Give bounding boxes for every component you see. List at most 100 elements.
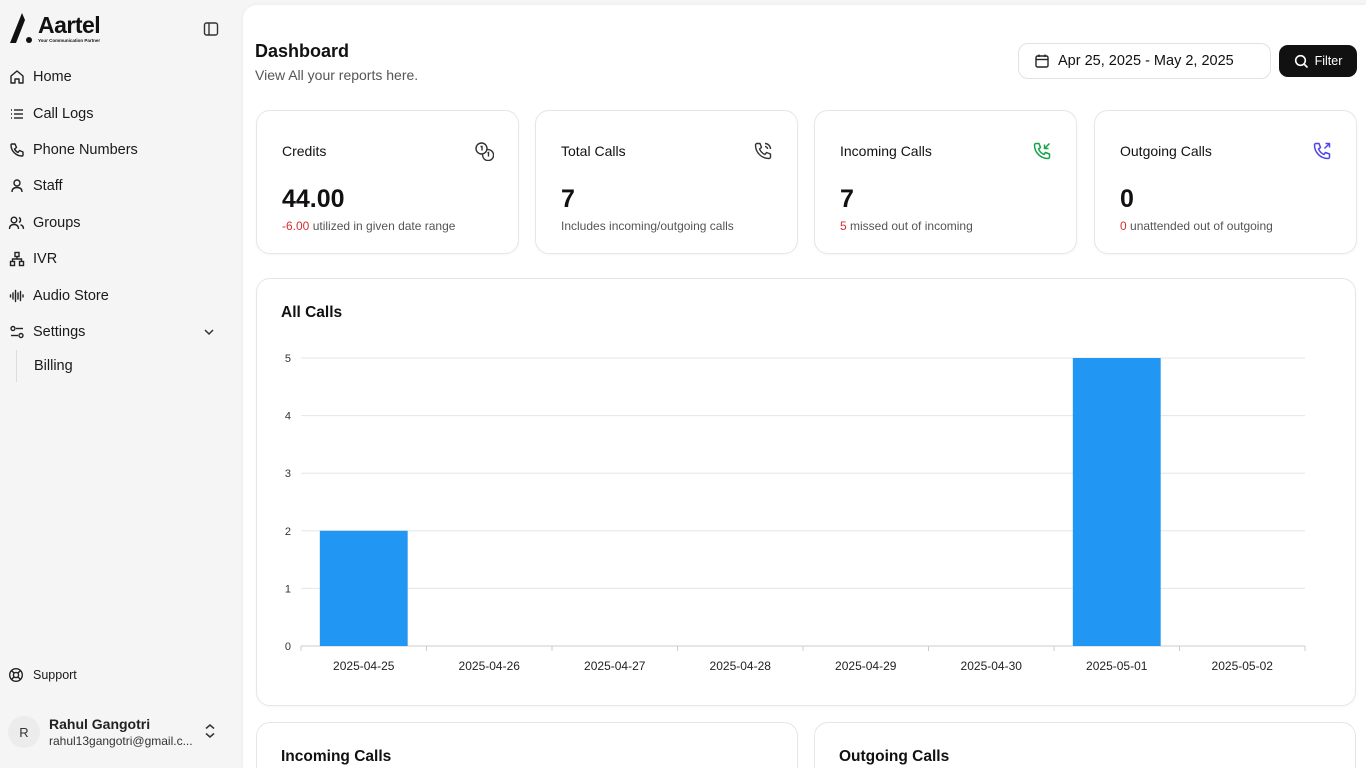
y-tick-label: 0 xyxy=(285,641,291,653)
sidebar-item-label: Phone Numbers xyxy=(33,141,138,158)
sidebar-item-label: Audio Store xyxy=(33,287,109,304)
support-link[interactable]: Support xyxy=(8,667,77,683)
credits-card: Credits 44.00 -6.00 utilized in given da… xyxy=(256,110,519,254)
sidebar: Aartel Your Communication Partner Home C… xyxy=(0,0,243,768)
brand-tagline: Your Communication Partner xyxy=(38,38,101,43)
y-tick-label: 3 xyxy=(285,468,291,480)
x-tick-label: 2025-04-29 xyxy=(835,659,897,673)
card-desc-text: missed out of incoming xyxy=(846,219,973,233)
incoming-calls-card: Incoming Calls 7 5 missed out of incomin… xyxy=(814,110,1077,254)
sidebar-item-label: Groups xyxy=(33,214,81,231)
chevron-down-icon[interactable] xyxy=(202,325,216,344)
sidebar-item-staff[interactable]: Staff xyxy=(0,168,243,204)
card-title: Credits xyxy=(282,143,327,159)
phone-incoming-icon xyxy=(1032,141,1052,166)
y-tick-label: 4 xyxy=(285,411,291,423)
user-name: Rahul Gangotri xyxy=(49,716,151,732)
card-description: -6.00 utilized in given date range xyxy=(282,219,455,233)
avatar: R xyxy=(8,716,40,748)
sidebar-item-label: Home xyxy=(33,69,72,86)
aartel-logo-icon xyxy=(10,13,32,43)
sidebar-item-label: Call Logs xyxy=(33,105,94,122)
page-subtitle: View All your reports here. xyxy=(255,67,419,83)
list-icon xyxy=(8,105,25,122)
card-highlight: 5 xyxy=(840,219,847,233)
section-title: Incoming Calls xyxy=(281,748,392,765)
total-calls-card: Total Calls 7 Includes incoming/outgoing… xyxy=(535,110,798,254)
card-description: 5 missed out of incoming xyxy=(840,219,973,233)
x-tick-label: 2025-05-01 xyxy=(1086,659,1148,673)
card-value: 0 xyxy=(1120,185,1134,213)
sidebar-subitem-label: Billing xyxy=(34,358,73,375)
outgoing-calls-section: Outgoing Calls xyxy=(814,722,1356,768)
calendar-icon xyxy=(1035,54,1049,68)
x-tick-label: 2025-04-25 xyxy=(333,659,395,673)
x-tick-label: 2025-04-26 xyxy=(459,659,521,673)
x-tick-label: 2025-04-27 xyxy=(584,659,646,673)
home-icon xyxy=(8,69,25,86)
sidebar-item-audio-store[interactable]: Audio Store xyxy=(0,277,243,313)
network-icon xyxy=(8,251,25,268)
all-calls-chart-card: All Calls 0 1 2 3 4 5 2025-04-25 2025-04-26 2025… xyxy=(256,278,1356,706)
phone-outgoing-icon xyxy=(1312,141,1332,166)
card-value: 44.00 xyxy=(282,185,345,213)
card-value: 7 xyxy=(840,185,854,213)
filter-button[interactable]: Filter xyxy=(1279,45,1357,77)
lifebuoy-icon xyxy=(8,667,24,683)
card-value: 7 xyxy=(561,185,575,213)
user-email: rahul13gangotri@gmail.c... xyxy=(49,734,193,748)
y-tick-label: 1 xyxy=(285,583,291,595)
card-highlight: -6.00 xyxy=(282,219,310,233)
y-tick-label: 2 xyxy=(285,526,291,538)
sidebar-subitem-billing[interactable]: Billing xyxy=(16,350,243,383)
all-calls-chart: 0 1 2 3 4 5 2025-04-25 2025-04-26 2025-04-27 2025… xyxy=(285,353,1306,673)
page-title: Dashboard xyxy=(255,41,350,61)
card-desc-text: Includes incoming/outgoing calls xyxy=(561,219,734,233)
outgoing-calls-card: Outgoing Calls 0 0 unattended out of out… xyxy=(1094,110,1357,254)
settings-sliders-icon xyxy=(8,323,25,340)
card-title: Incoming Calls xyxy=(840,143,932,159)
sidebar-nav: Home Call Logs Phone Numbers Staff Group… xyxy=(0,59,243,383)
search-icon xyxy=(1294,54,1308,68)
sidebar-item-home[interactable]: Home xyxy=(0,59,243,95)
sidebar-toggle-button[interactable] xyxy=(200,18,222,40)
card-desc-text: unattended out of outgoing xyxy=(1126,219,1273,233)
audio-wave-icon xyxy=(8,287,25,304)
support-label: Support xyxy=(33,668,77,682)
phone-call-icon xyxy=(753,141,773,166)
sidebar-item-call-logs[interactable]: Call Logs xyxy=(0,95,243,131)
sidebar-toggle-icon xyxy=(203,22,219,36)
sidebar-item-label: Settings xyxy=(33,323,86,340)
card-description: Includes incoming/outgoing calls xyxy=(561,219,734,233)
sidebar-item-settings[interactable]: Settings xyxy=(0,314,243,350)
brand-logo[interactable]: Aartel Your Communication Partner xyxy=(8,12,101,44)
sidebar-item-ivr[interactable]: IVR xyxy=(0,241,243,277)
bar-2025-04-25[interactable] xyxy=(319,530,408,646)
bar-2025-05-01[interactable] xyxy=(1072,358,1161,646)
y-tick-label: 5 xyxy=(285,353,291,365)
sidebar-item-phone-numbers[interactable]: Phone Numbers xyxy=(0,132,243,168)
phone-icon xyxy=(8,141,25,158)
users-icon xyxy=(8,214,25,231)
filter-label: Filter xyxy=(1314,54,1343,68)
date-range-value: Apr 25, 2025 - May 2, 2025 xyxy=(1058,53,1234,69)
section-title: Outgoing Calls xyxy=(839,748,950,765)
chevrons-up-down-icon[interactable] xyxy=(203,722,217,745)
card-description: 0 unattended out of outgoing xyxy=(1120,219,1273,233)
sidebar-item-groups[interactable]: Groups xyxy=(0,205,243,241)
user-menu[interactable]: R Rahul Gangotri rahul13gangotri@gmail.c… xyxy=(8,712,233,752)
card-desc-text: utilized in given date range xyxy=(309,219,456,233)
brand-name: Aartel xyxy=(38,12,101,38)
incoming-calls-section: Incoming Calls xyxy=(256,722,798,768)
main-content: Dashboard View All your reports here. Ap… xyxy=(243,5,1366,768)
x-tick-label: 2025-05-02 xyxy=(1212,659,1274,673)
card-title: Total Calls xyxy=(561,143,626,159)
card-highlight: 0 xyxy=(1120,219,1127,233)
date-range-picker[interactable]: Apr 25, 2025 - May 2, 2025 xyxy=(1018,43,1271,79)
x-tick-label: 2025-04-28 xyxy=(710,659,772,673)
card-title: Outgoing Calls xyxy=(1120,143,1212,159)
sidebar-item-label: IVR xyxy=(33,251,58,268)
sidebar-item-label: Staff xyxy=(33,178,63,195)
x-tick-label: 2025-04-30 xyxy=(961,659,1023,673)
coins-icon xyxy=(474,141,495,166)
